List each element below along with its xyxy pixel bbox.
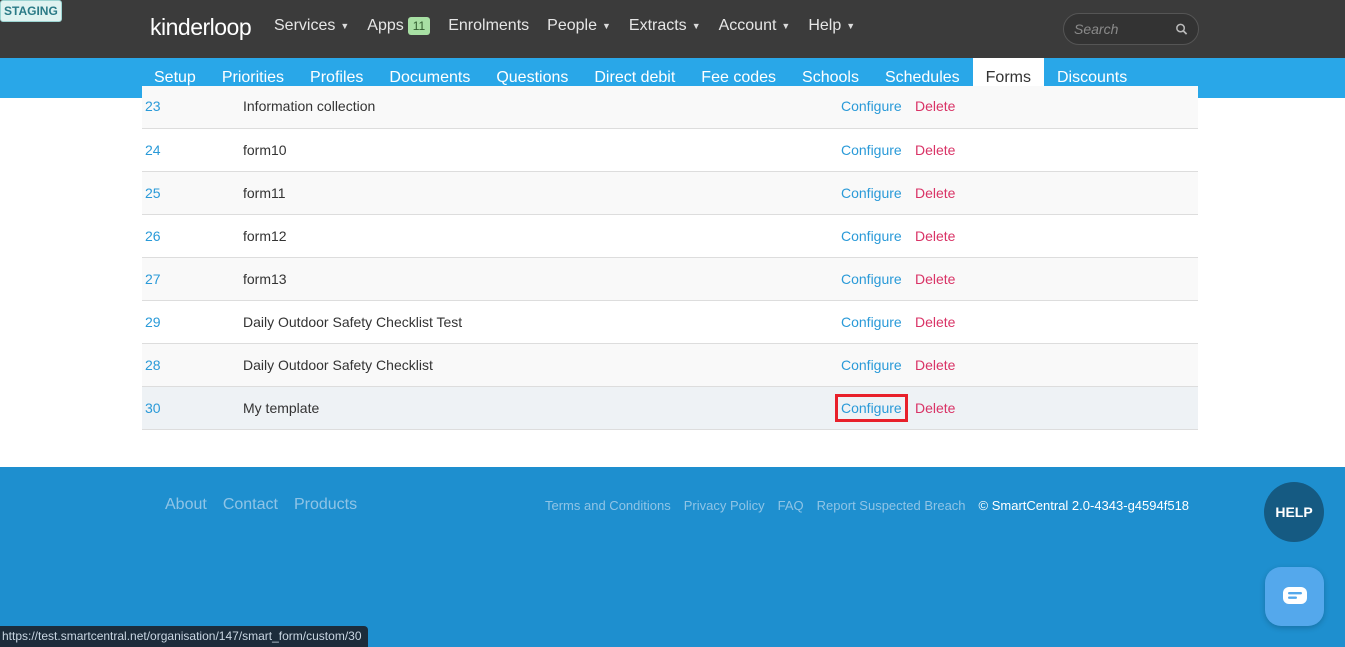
form-name: Daily Outdoor Safety Checklist Test xyxy=(243,314,463,330)
configure-link-highlighted[interactable]: Configure xyxy=(835,394,908,422)
table-row: 27 form13 Configure Delete xyxy=(142,258,1198,301)
form-id-link[interactable]: 30 xyxy=(142,400,243,416)
form-name: form11 xyxy=(243,185,286,201)
footer-left-links: About Contact Products xyxy=(165,496,373,514)
footer-link-products[interactable]: Products xyxy=(294,496,357,514)
delete-link[interactable]: Delete xyxy=(915,185,955,201)
table-row: 28 Daily Outdoor Safety Checklist Configur… xyxy=(142,344,1198,387)
form-name: My template xyxy=(243,400,320,416)
nav-apps[interactable]: Apps 11 xyxy=(367,17,431,35)
delete-link[interactable]: Delete xyxy=(915,314,955,330)
footer: About Contact Products Terms and Condition… xyxy=(0,467,1345,647)
nav-label: Help xyxy=(808,17,842,34)
footer-link-terms-and-conditions[interactable]: Terms and Conditions xyxy=(545,498,671,513)
chat-button[interactable] xyxy=(1265,567,1324,626)
form-name: form10 xyxy=(243,142,287,158)
nav-label: Apps xyxy=(367,17,404,34)
configure-link[interactable]: Configure xyxy=(841,98,915,114)
configure-link[interactable]: Configure xyxy=(841,357,915,373)
caret-down-icon: ▼ xyxy=(846,21,856,31)
nav-enrolments[interactable]: Enrolments xyxy=(448,17,529,35)
nav-services[interactable]: Services ▼ xyxy=(274,17,349,35)
form-name: form13 xyxy=(243,271,287,287)
configure-link[interactable]: Configure xyxy=(841,314,915,330)
footer-link-report-suspected-breach[interactable]: Report Suspected Breach xyxy=(817,498,966,513)
table-row: 25 form11 Configure Delete xyxy=(142,172,1198,215)
form-id-link[interactable]: 26 xyxy=(142,228,243,244)
form-name: form12 xyxy=(243,228,287,244)
form-id-link[interactable]: 27 xyxy=(142,271,243,287)
delete-link[interactable]: Delete xyxy=(915,400,955,416)
configure-link[interactable]: Configure xyxy=(841,228,915,244)
configure-link[interactable]: Configure xyxy=(835,394,915,422)
chat-icon xyxy=(1282,586,1307,604)
caret-down-icon: ▼ xyxy=(781,21,791,31)
form-id-link[interactable]: 25 xyxy=(142,185,243,201)
search-input[interactable] xyxy=(1074,21,1169,37)
table-row: 29 Daily Outdoor Safety Checklist Test Con… xyxy=(142,301,1198,344)
configure-link[interactable]: Configure xyxy=(841,142,915,158)
caret-down-icon: ▼ xyxy=(340,21,350,31)
nav-label: Extracts xyxy=(628,17,687,34)
form-name: Information collection xyxy=(243,98,376,114)
delete-link[interactable]: Delete xyxy=(915,357,955,373)
search-icon[interactable] xyxy=(1175,22,1188,36)
configure-link[interactable]: Configure xyxy=(841,271,915,287)
footer-link-about[interactable]: About xyxy=(165,496,207,514)
form-id-link[interactable]: 28 xyxy=(142,357,243,373)
table-row: 24 form10 Configure Delete xyxy=(142,129,1198,172)
nav-extracts[interactable]: Extracts ▼ xyxy=(629,17,701,35)
table-row: 30 My template Configure Delete xyxy=(142,387,1198,430)
footer-right-links: Terms and Conditions Privacy Policy FAQ Rep… xyxy=(545,498,1202,513)
kinderloop-logo[interactable]: kinderloop xyxy=(150,14,252,41)
nav-label: Enrolments xyxy=(448,17,530,34)
status-bar-url: https://test.smartcentral.net/organisati… xyxy=(0,626,368,647)
nav-label: People xyxy=(547,17,597,34)
top-navbar: kinderloop Services ▼ Apps 11 Enrolments Peop… xyxy=(0,0,1345,58)
search-box xyxy=(1063,13,1199,45)
footer-link-faq[interactable]: FAQ xyxy=(778,498,804,513)
nav-people[interactable]: People ▼ xyxy=(547,17,611,35)
configure-link[interactable]: Configure xyxy=(841,185,915,201)
copyright-version: © SmartCentral 2.0-4343-g4594f518 xyxy=(978,498,1190,513)
form-name: Daily Outdoor Safety Checklist xyxy=(243,357,433,373)
form-id-link[interactable]: 24 xyxy=(142,142,243,158)
footer-link-privacy-policy[interactable]: Privacy Policy xyxy=(684,498,765,513)
apps-count-badge: 11 xyxy=(407,17,431,35)
caret-down-icon: ▼ xyxy=(691,21,701,31)
delete-link[interactable]: Delete xyxy=(915,142,955,158)
nav-help[interactable]: Help ▼ xyxy=(808,17,855,35)
table-row: 26 form12 Configure Delete xyxy=(142,215,1198,258)
form-id-link[interactable]: 29 xyxy=(142,314,243,330)
delete-link[interactable]: Delete xyxy=(915,271,955,287)
main-nav: Services ▼ Apps 11 Enrolments People ▼ Extracts… xyxy=(274,17,873,35)
delete-link[interactable]: Delete xyxy=(915,228,955,244)
caret-down-icon: ▼ xyxy=(601,21,611,31)
staging-badge: STAGING xyxy=(0,0,62,22)
nav-account[interactable]: Account ▼ xyxy=(719,17,791,35)
form-id-link[interactable]: 23 xyxy=(142,98,243,114)
help-button[interactable]: HELP xyxy=(1264,482,1324,542)
table-row: 23 Information collection Configure Delete xyxy=(142,86,1198,129)
delete-link[interactable]: Delete xyxy=(915,98,955,114)
forms-table: 23 Information collection Configure Delete 2… xyxy=(142,86,1198,430)
nav-label: Services xyxy=(274,17,336,34)
nav-label: Account xyxy=(718,17,777,34)
footer-link-contact[interactable]: Contact xyxy=(223,496,278,514)
